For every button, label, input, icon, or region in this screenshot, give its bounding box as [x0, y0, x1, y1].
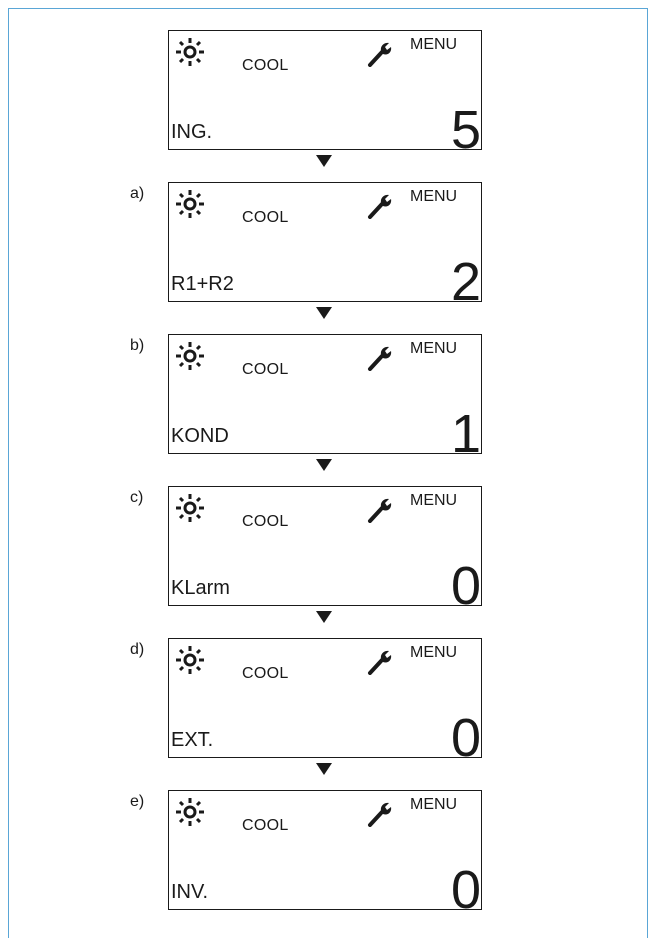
- parameter-code: KLarm: [171, 577, 230, 599]
- arrow-down-icon: [316, 611, 332, 623]
- display-screen: COOL MENU ING. 5: [168, 30, 482, 157]
- menu-label: MENU: [410, 36, 458, 53]
- mode-label: COOL: [242, 665, 289, 682]
- wrench-icon: [368, 42, 392, 67]
- menu-label: MENU: [410, 340, 458, 357]
- step-label: a): [130, 185, 145, 202]
- sun-icon: [176, 38, 204, 66]
- display-screen: COOL MENU R1+R2 2: [168, 182, 482, 309]
- parameter-code: R1+R2: [171, 273, 234, 295]
- menu-label: MENU: [410, 796, 458, 813]
- display-screen: COOL MENU KLarm 0: [168, 486, 482, 613]
- mode-label: COOL: [242, 209, 289, 226]
- step-label: d): [130, 641, 145, 658]
- sun-icon: [176, 798, 204, 826]
- sun-icon: [176, 342, 204, 370]
- parameter-code: ING.: [171, 121, 213, 143]
- wrench-icon: [368, 498, 392, 523]
- parameter-value: 0: [450, 860, 481, 920]
- arrow-down-icon: [316, 459, 332, 471]
- arrow-down-icon: [316, 763, 332, 775]
- step-label: e): [130, 793, 145, 810]
- parameter-value: 0: [450, 708, 481, 768]
- wrench-icon: [368, 650, 392, 675]
- mode-label: COOL: [242, 817, 289, 834]
- step-label: b): [130, 337, 145, 354]
- menu-label: MENU: [410, 492, 458, 509]
- mode-label: COOL: [242, 513, 289, 530]
- menu-label: MENU: [410, 644, 458, 661]
- parameter-value: 2: [450, 252, 481, 312]
- parameter-code: EXT.: [171, 729, 214, 751]
- sun-icon: [176, 646, 204, 674]
- display-screen: COOL MENU KOND 1: [168, 334, 482, 461]
- parameter-value: 0: [450, 556, 481, 616]
- parameter-code: KOND: [171, 425, 229, 447]
- mode-label: COOL: [242, 361, 289, 378]
- mode-label: COOL: [242, 57, 289, 74]
- step-label: c): [130, 489, 144, 506]
- wrench-icon: [368, 802, 392, 827]
- arrow-down-icon: [316, 307, 332, 319]
- sun-icon: [176, 494, 204, 522]
- display-screen: COOL MENU EXT. 0: [168, 638, 482, 765]
- wrench-icon: [368, 194, 392, 219]
- parameter-value: 1: [450, 404, 481, 464]
- display-screen: COOL MENU INV. 0: [168, 790, 482, 917]
- menu-label: MENU: [410, 188, 458, 205]
- wrench-icon: [368, 346, 392, 371]
- parameter-value: 5: [450, 100, 481, 160]
- sun-icon: [176, 190, 204, 218]
- arrow-down-icon: [316, 155, 332, 167]
- parameter-code: INV.: [171, 881, 209, 903]
